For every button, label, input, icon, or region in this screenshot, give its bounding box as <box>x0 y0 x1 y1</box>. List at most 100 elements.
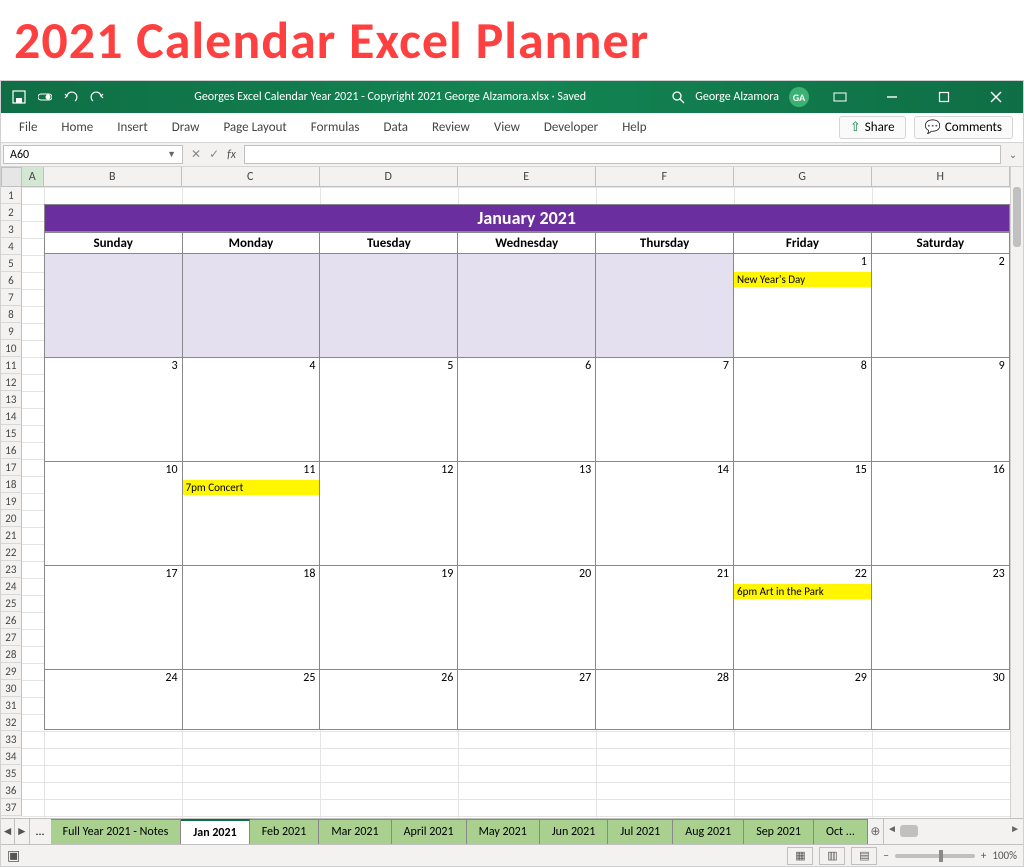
calendar-cell[interactable] <box>320 254 458 358</box>
row-header[interactable]: 29 <box>1 663 22 680</box>
row-header[interactable]: 37 <box>1 799 22 816</box>
autosave-toggle-icon[interactable] <box>37 89 53 105</box>
row-header[interactable]: 4 <box>1 238 22 255</box>
calendar-cell[interactable]: 27 <box>458 670 596 730</box>
row-header[interactable]: 32 <box>1 714 22 731</box>
sheet-tab[interactable]: Jan 2021 <box>181 819 249 844</box>
row-header[interactable]: 25 <box>1 595 22 612</box>
sheet-tab[interactable]: Jun 2021 <box>540 819 608 844</box>
calendar-cell[interactable]: 29 <box>734 670 872 730</box>
row-header[interactable]: 22 <box>1 544 22 561</box>
sheet-tab[interactable]: Full Year 2021 - Notes <box>51 819 182 844</box>
row-header[interactable]: 11 <box>1 357 22 374</box>
calendar-cell[interactable]: 20 <box>458 566 596 670</box>
calendar-cell[interactable]: 4 <box>183 358 321 462</box>
row-header[interactable]: 16 <box>1 442 22 459</box>
save-icon[interactable] <box>11 89 27 105</box>
calendar-cell[interactable]: 26 <box>320 670 458 730</box>
col-header-e[interactable]: E <box>458 167 596 187</box>
ribbon-tab-developer[interactable]: Developer <box>532 113 610 142</box>
fx-icon[interactable]: fx <box>227 148 236 162</box>
calendar-cell[interactable]: 3 <box>44 358 183 462</box>
row-header[interactable]: 31 <box>1 697 22 714</box>
calendar-cell[interactable] <box>458 254 596 358</box>
ribbon-tab-data[interactable]: Data <box>372 113 421 142</box>
row-header[interactable]: 21 <box>1 527 22 544</box>
calendar-cell[interactable]: 23 <box>872 566 1010 670</box>
calendar-cell[interactable]: 7 <box>596 358 734 462</box>
calendar-cell[interactable]: 5 <box>320 358 458 462</box>
cells-area[interactable]: January 2021 SundayMondayTuesdayWednesda… <box>22 187 1010 818</box>
enter-formula-icon[interactable]: ✓ <box>209 147 219 162</box>
calendar-cell[interactable]: 21 <box>596 566 734 670</box>
row-header[interactable]: 9 <box>1 323 22 340</box>
share-button[interactable]: ⇧ Share <box>839 116 906 139</box>
calendar-event[interactable]: 6pm Art in the Park <box>734 584 871 599</box>
row-header[interactable]: 23 <box>1 561 22 578</box>
sheet-tab[interactable]: Sep 2021 <box>744 819 814 844</box>
ribbon-tab-review[interactable]: Review <box>420 113 482 142</box>
calendar-cell[interactable]: 6 <box>458 358 596 462</box>
ribbon-tab-draw[interactable]: Draw <box>160 113 212 142</box>
calendar-event[interactable]: New Year's Day <box>734 272 871 287</box>
col-header-b[interactable]: B <box>44 167 182 187</box>
ribbon-tab-pagelayout[interactable]: Page Layout <box>211 113 298 142</box>
col-header-d[interactable]: D <box>320 167 458 187</box>
sheet-tab[interactable]: May 2021 <box>467 819 540 844</box>
calendar-cell[interactable]: 19 <box>320 566 458 670</box>
calendar-cell[interactable]: 9 <box>872 358 1010 462</box>
calendar-cell[interactable]: 10 <box>44 462 183 566</box>
vertical-scrollbar[interactable] <box>1010 167 1023 818</box>
zoom-in-button[interactable]: + <box>981 849 986 862</box>
row-header[interactable]: 20 <box>1 510 22 527</box>
user-avatar[interactable]: GA <box>789 87 809 107</box>
close-button[interactable] <box>975 81 1017 113</box>
row-header[interactable]: 5 <box>1 255 22 272</box>
row-header[interactable]: 1 <box>1 187 22 204</box>
calendar-cell[interactable]: 18 <box>183 566 321 670</box>
zoom-level[interactable]: 100% <box>992 849 1017 862</box>
record-macro-icon[interactable]: ▣ <box>7 847 20 864</box>
view-pagebreak-button[interactable]: ▤ <box>851 847 877 865</box>
row-header[interactable]: 7 <box>1 289 22 306</box>
view-pagelayout-button[interactable]: ▥ <box>819 847 845 865</box>
calendar-cell[interactable]: 14 <box>596 462 734 566</box>
ribbon-tab-view[interactable]: View <box>482 113 532 142</box>
sheet-tab[interactable]: Jul 2021 <box>608 819 673 844</box>
row-header[interactable]: 34 <box>1 748 22 765</box>
minimize-button[interactable] <box>871 81 913 113</box>
calendar-cell[interactable]: 8 <box>734 358 872 462</box>
calendar-cell[interactable]: 16 <box>872 462 1010 566</box>
calendar-cell[interactable]: 28 <box>596 670 734 730</box>
search-icon[interactable] <box>671 90 685 104</box>
calendar-cell[interactable]: 17 <box>44 566 183 670</box>
ribbon-tab-insert[interactable]: Insert <box>105 113 160 142</box>
calendar-cell[interactable]: 1New Year's Day <box>734 254 872 358</box>
ribbon-tab-home[interactable]: Home <box>49 113 105 142</box>
sheet-tabs-more[interactable]: ... <box>30 819 51 844</box>
cancel-formula-icon[interactable]: ✕ <box>191 147 201 162</box>
sheet-nav-next[interactable]: ► <box>15 819 29 844</box>
row-header[interactable]: 27 <box>1 629 22 646</box>
calendar-cell[interactable]: 15 <box>734 462 872 566</box>
row-header[interactable]: 19 <box>1 493 22 510</box>
zoom-slider[interactable] <box>895 854 975 858</box>
sheet-tab[interactable]: April 2021 <box>392 819 467 844</box>
row-header[interactable]: 10 <box>1 340 22 357</box>
ribbon-tab-file[interactable]: File <box>7 113 49 142</box>
ribbon-options-icon[interactable] <box>819 81 861 113</box>
calendar-cell[interactable]: 25 <box>183 670 321 730</box>
calendar-cell[interactable]: 30 <box>872 670 1010 730</box>
calendar-cell[interactable]: 117pm Concert <box>183 462 321 566</box>
horizontal-scrollbar[interactable]: ◄ ► <box>883 819 1023 844</box>
sheet-tab[interactable]: Aug 2021 <box>673 819 744 844</box>
name-box[interactable]: A60 ▼ <box>3 145 183 164</box>
calendar-cell[interactable]: 226pm Art in the Park <box>734 566 872 670</box>
calendar-cell[interactable]: 13 <box>458 462 596 566</box>
expand-formula-icon[interactable]: ⌄ <box>1003 143 1023 166</box>
row-header[interactable]: 6 <box>1 272 22 289</box>
row-header[interactable]: 14 <box>1 408 22 425</box>
calendar-cell[interactable]: 12 <box>320 462 458 566</box>
row-header[interactable]: 3 <box>1 221 22 238</box>
sheet-tab[interactable]: Feb 2021 <box>250 819 320 844</box>
